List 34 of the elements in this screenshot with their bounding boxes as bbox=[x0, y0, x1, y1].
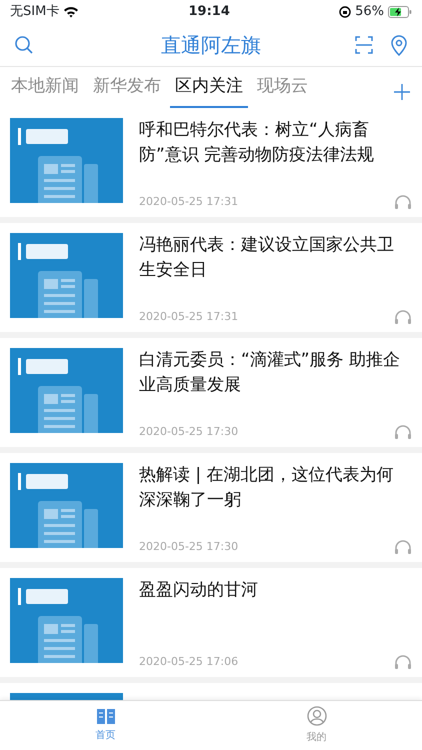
news-date: 2020-05-25 17:30 bbox=[139, 424, 238, 440]
app-title: 直通阿左旗 bbox=[160, 32, 262, 59]
add-icon[interactable] bbox=[394, 84, 410, 100]
wifi-icon bbox=[63, 6, 80, 18]
status-time: 19:14 bbox=[188, 3, 230, 22]
headphones-icon[interactable] bbox=[394, 195, 412, 209]
news-title: 盈盈闪动的甘河 bbox=[139, 579, 259, 602]
user-icon bbox=[306, 706, 326, 726]
news-title: 冯艳丽代表：建议设立国家公共卫生安全日 bbox=[139, 234, 395, 282]
news-date: 2020-05-25 17:30 bbox=[139, 538, 238, 555]
news-item[interactable]: 冯艳丽代表：建议设立国家公共卫生安全日 2020-05-25 17:31 bbox=[0, 223, 422, 338]
carrier-label: 无SIM卡 bbox=[10, 3, 60, 22]
headphones-icon[interactable] bbox=[394, 655, 412, 669]
news-title: 热解读 | 在湖北团，这位代表为何深深鞠了一躬 bbox=[139, 464, 395, 512]
location-icon[interactable] bbox=[390, 34, 408, 56]
search-icon[interactable] bbox=[14, 35, 34, 55]
rotation-lock-icon bbox=[339, 6, 352, 18]
headphones-icon[interactable] bbox=[394, 540, 412, 554]
news-title: 呼和巴特尔代表：树立“人病畜防”意识 完善动物防疫法律法规 bbox=[139, 119, 376, 167]
news-date: 2020-05-25 17:06 bbox=[139, 654, 238, 670]
news-title: 白清元委员：“滴灌式”服务 助推企业高质量发展 bbox=[139, 349, 402, 397]
headphones-icon[interactable] bbox=[394, 425, 412, 439]
news-item[interactable]: 白清元委员：“滴灌式”服务 助推企业高质量发展 2020-05-25 17:30 bbox=[0, 338, 422, 453]
news-item[interactable]: 呼和巴特尔代表：树立“人病畜防”意识 完善动物防疫法律法规 2020-05-25 17:31 bbox=[0, 108, 422, 223]
battery-icon bbox=[388, 6, 412, 18]
news-item[interactable]: 盈盈闪动的甘河 2020-05-25 17:06 bbox=[0, 568, 422, 683]
news-date: 2020-05-25 17:31 bbox=[139, 194, 238, 210]
news-date: 2020-05-25 17:31 bbox=[139, 308, 238, 325]
scan-icon[interactable] bbox=[354, 35, 374, 55]
headphones-icon[interactable] bbox=[394, 310, 412, 324]
battery-percent: 56% bbox=[355, 3, 384, 22]
category-tab[interactable]: 区内关注 bbox=[170, 70, 248, 108]
news-item[interactable]: 热解读 | 在湖北团，这位代表为何深深鞠了一躬 2020-05-25 17:30 bbox=[0, 453, 422, 568]
book-icon bbox=[96, 708, 114, 724]
